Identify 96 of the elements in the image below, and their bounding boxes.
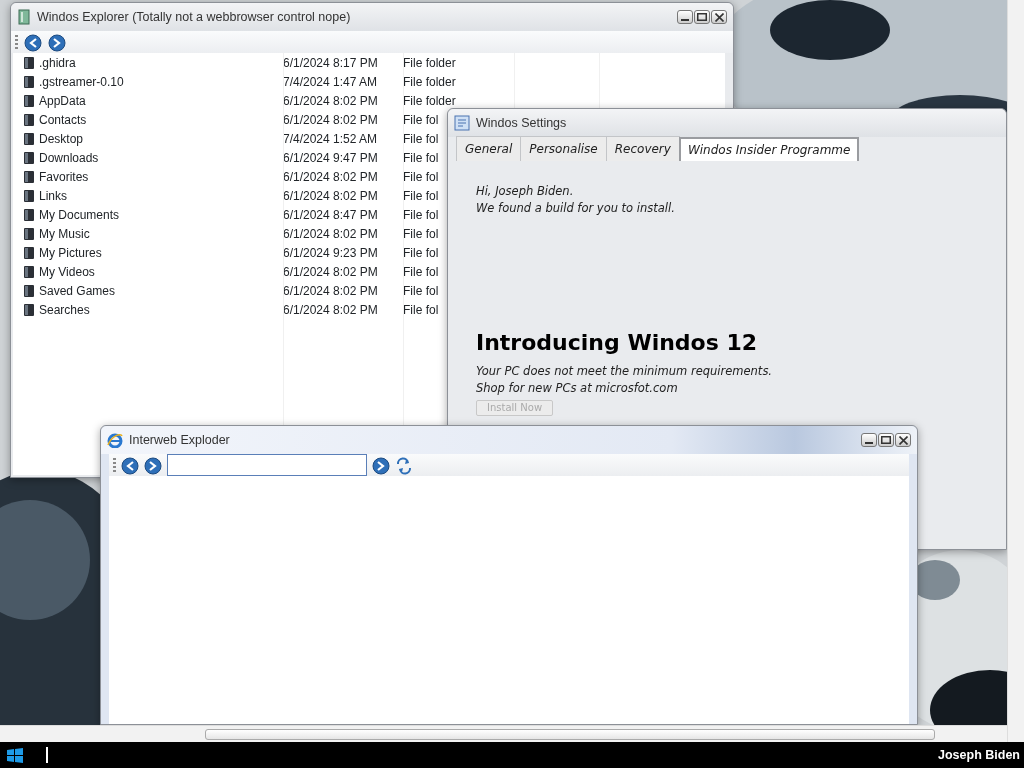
- close-icon: [898, 435, 908, 445]
- window-title: Interweb Exploder: [129, 431, 230, 449]
- folder-icon: [22, 92, 36, 109]
- file-type: File fol: [403, 130, 439, 148]
- greeting-text: Hi, Joseph Biden.: [476, 183, 575, 200]
- maximize-icon: [881, 436, 891, 444]
- date-modified: 6/1/2024 8:02 PM: [283, 111, 378, 129]
- build-message: We found a build for you to install.: [476, 200, 676, 217]
- settings-app-icon: [454, 115, 470, 131]
- file-name[interactable]: My Pictures: [39, 243, 102, 262]
- file-type: File fol: [403, 301, 439, 319]
- folder-icon: [22, 130, 36, 147]
- date-modified: 6/1/2024 8:02 PM: [283, 92, 378, 110]
- folder-icon: [22, 149, 36, 166]
- date-modified: 7/4/2024 1:47 AM: [283, 73, 378, 91]
- minimize-icon: [681, 19, 689, 21]
- date-modified: 6/1/2024 8:02 PM: [283, 301, 378, 319]
- heading: Introducing Windos 12: [476, 329, 759, 357]
- file-type: File fol: [403, 149, 439, 167]
- minimize-icon: [865, 442, 873, 444]
- forward-button[interactable]: [48, 33, 66, 51]
- address-field[interactable]: [167, 454, 367, 476]
- file-type: File fol: [403, 282, 439, 300]
- settings-tab[interactable]: General: [456, 136, 522, 161]
- browser-icon: [107, 432, 123, 448]
- file-name[interactable]: Saved Games: [39, 281, 116, 300]
- date-modified: 6/1/2024 8:47 PM: [283, 206, 378, 224]
- scrollbar-thumb[interactable]: [205, 729, 935, 740]
- file-name[interactable]: Links: [39, 186, 67, 205]
- file-type: File fol: [403, 244, 439, 262]
- file-type: File folder: [403, 92, 456, 110]
- folder-icon: [22, 187, 36, 204]
- file-type: File fol: [403, 206, 439, 224]
- file-name[interactable]: .ghidra: [39, 53, 76, 72]
- folder-icon: [22, 263, 36, 280]
- folder-icon: [22, 301, 36, 318]
- maximize-button[interactable]: [694, 10, 710, 24]
- folder-icon: [22, 206, 36, 223]
- folder-icon: [22, 168, 36, 185]
- go-button[interactable]: [372, 456, 390, 474]
- file-name[interactable]: Contacts: [39, 110, 87, 129]
- file-name[interactable]: Searches: [39, 300, 90, 319]
- date-modified: 6/1/2024 8:02 PM: [283, 263, 378, 281]
- minimize-button[interactable]: [677, 10, 693, 24]
- folder-icon: [22, 73, 36, 90]
- file-type: File fol: [403, 263, 439, 281]
- file-name[interactable]: AppData: [39, 91, 86, 110]
- file-name[interactable]: Desktop: [39, 129, 84, 148]
- date-modified: 6/1/2024 8:17 PM: [283, 54, 378, 72]
- close-button[interactable]: [711, 10, 727, 24]
- folder-icon: [22, 225, 36, 242]
- date-modified: 7/4/2024 1:52 AM: [283, 130, 378, 148]
- book-icon: [17, 9, 31, 25]
- file-name[interactable]: My Videos: [39, 262, 95, 281]
- file-name[interactable]: Downloads: [39, 148, 99, 167]
- requirements-text: Your PC does not meet the minimum requirements.: [476, 363, 774, 380]
- user-name: Joseph Biden: [938, 746, 1020, 764]
- date-modified: 6/1/2024 8:02 PM: [283, 282, 378, 300]
- close-button[interactable]: [895, 433, 911, 447]
- file-type: File fol: [403, 187, 439, 205]
- file-type: File folder: [403, 73, 456, 91]
- date-modified: 6/1/2024 9:47 PM: [283, 149, 378, 167]
- file-name[interactable]: Favorites: [39, 167, 89, 186]
- minimize-button[interactable]: [861, 433, 877, 447]
- file-type: File fol: [403, 111, 439, 129]
- folder-icon: [22, 282, 36, 299]
- window-title: Windos Explorer (Totally not a webbrowser control nope): [37, 8, 351, 26]
- vertical-scrollbar[interactable]: [1007, 0, 1024, 742]
- folder-icon: [22, 54, 36, 71]
- close-icon: [714, 12, 724, 22]
- back-button[interactable]: [121, 456, 139, 474]
- file-type: File folder: [403, 54, 456, 72]
- date-modified: 6/1/2024 8:02 PM: [283, 168, 378, 186]
- back-button[interactable]: [24, 33, 42, 51]
- folder-icon: [22, 111, 36, 128]
- folder-icon: [22, 244, 36, 261]
- refresh-icon: [395, 456, 413, 475]
- forward-button[interactable]: [144, 456, 162, 474]
- window-title: Windos Settings: [476, 114, 567, 132]
- horizontal-scrollbar[interactable]: [0, 725, 1007, 742]
- file-type: File fol: [403, 168, 439, 186]
- refresh-button[interactable]: [395, 456, 413, 474]
- settings-tab[interactable]: Windos Insider Programme: [678, 137, 860, 161]
- text-cursor: [46, 747, 48, 763]
- start-button[interactable]: [4, 746, 26, 764]
- file-name[interactable]: My Music: [39, 224, 90, 243]
- file-name[interactable]: .gstreamer-0.10: [39, 72, 124, 91]
- shop-text: Shop for new PCs at microsfot.com: [476, 380, 679, 397]
- date-modified: 6/1/2024 9:23 PM: [283, 244, 378, 262]
- windows-logo-icon: [5, 746, 25, 765]
- date-modified: 6/1/2024 8:02 PM: [283, 187, 378, 205]
- maximize-button[interactable]: [878, 433, 894, 447]
- maximize-icon: [697, 13, 707, 21]
- file-name[interactable]: My Documents: [39, 205, 120, 224]
- date-modified: 6/1/2024 8:02 PM: [283, 225, 378, 243]
- file-type: File fol: [403, 225, 439, 243]
